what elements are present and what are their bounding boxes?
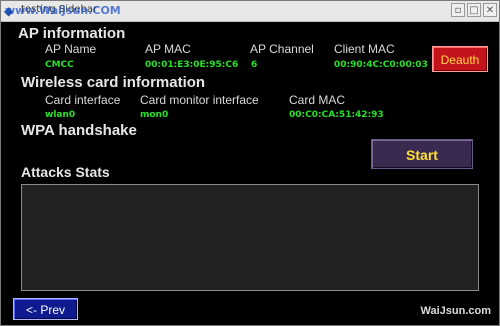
ap-mac-value: 00:01:E3:0E:95:C6 <box>145 60 239 70</box>
ap-channel-label: AP Channel <box>250 42 314 56</box>
app-window: ◆ testing Sidebar www.WaiJsun.COM ▫ □ ✕ … <box>0 0 500 326</box>
attacks-stats-box <box>21 184 479 291</box>
wpa-handshake-heading: WPA handshake <box>21 122 137 139</box>
attacks-stats-heading: Attacks Stats <box>21 164 110 180</box>
corner-watermark: WaiJsun.com <box>420 305 492 317</box>
card-mac-value: 00:C0:CA:51:42:93 <box>289 110 384 120</box>
deauth-button[interactable]: Deauth <box>432 46 488 72</box>
card-mac-label: Card MAC <box>289 93 346 107</box>
card-monitor-interface-label: Card monitor interface <box>140 93 259 107</box>
ap-info-heading: AP information <box>18 25 126 42</box>
card-interface-label: Card interface <box>45 93 121 107</box>
close-button[interactable]: ✕ <box>483 3 497 17</box>
titlebar-watermark: www.WaiJsun.COM <box>5 4 121 17</box>
maximize-button[interactable]: □ <box>467 3 481 17</box>
ap-mac-label: AP MAC <box>145 42 191 56</box>
title-bar: ◆ testing Sidebar www.WaiJsun.COM ▫ □ ✕ <box>1 1 499 22</box>
ap-name-label: AP Name <box>45 42 97 56</box>
client-mac-value: 00:90:4C:C0:00:03 <box>334 60 428 70</box>
start-button[interactable]: Start <box>371 139 473 169</box>
card-interface-value: wlan0 <box>45 110 76 120</box>
card-monitor-interface-value: mon0 <box>140 110 169 120</box>
prev-button[interactable]: <- Prev <box>13 298 78 320</box>
wireless-card-heading: Wireless card information <box>21 74 206 91</box>
ap-channel-value: 6 <box>251 60 258 70</box>
window-controls: ▫ □ ✕ <box>451 3 497 17</box>
ap-name-value: CMCC <box>45 60 74 70</box>
minimize-button[interactable]: ▫ <box>451 3 465 17</box>
client-mac-label: Client MAC <box>334 42 395 56</box>
